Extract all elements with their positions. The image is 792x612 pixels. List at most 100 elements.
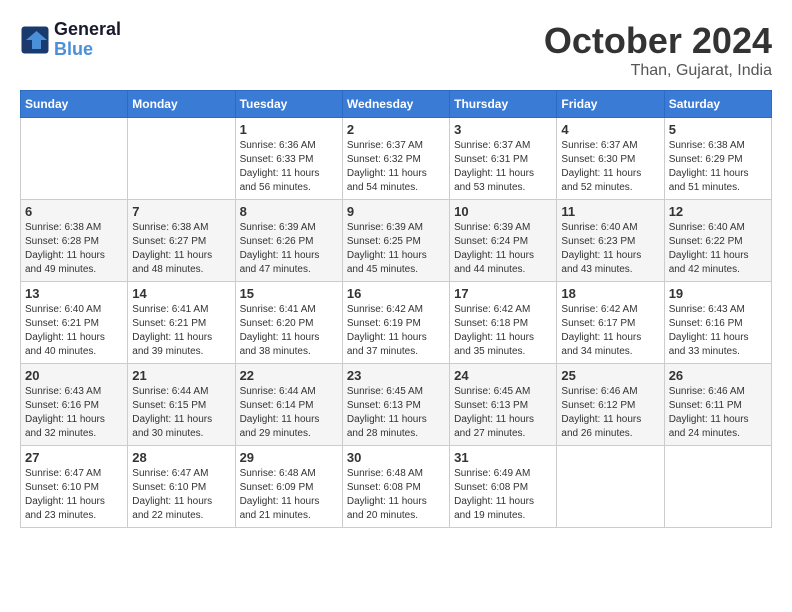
- day-info: Sunrise: 6:46 AMSunset: 6:12 PMDaylight:…: [561, 385, 659, 441]
- table-row: 10Sunrise: 6:39 AMSunset: 6:24 PMDayligh…: [450, 200, 557, 282]
- day-number: 24: [454, 368, 552, 383]
- day-info: Sunrise: 6:49 AMSunset: 6:08 PMDaylight:…: [454, 467, 552, 523]
- sunrise-text: Sunrise: 6:43 AM: [669, 303, 767, 317]
- day-info: Sunrise: 6:41 AMSunset: 6:21 PMDaylight:…: [132, 303, 230, 359]
- day-number: 6: [25, 204, 123, 219]
- day-info: Sunrise: 6:38 AMSunset: 6:27 PMDaylight:…: [132, 221, 230, 277]
- daylight-text: Daylight: 11 hours and 47 minutes.: [240, 249, 338, 277]
- table-row: 13Sunrise: 6:40 AMSunset: 6:21 PMDayligh…: [21, 282, 128, 364]
- sunrise-text: Sunrise: 6:46 AM: [669, 385, 767, 399]
- table-row: 3Sunrise: 6:37 AMSunset: 6:31 PMDaylight…: [450, 118, 557, 200]
- calendar-week-row: 6Sunrise: 6:38 AMSunset: 6:28 PMDaylight…: [21, 200, 772, 282]
- table-row: 22Sunrise: 6:44 AMSunset: 6:14 PMDayligh…: [235, 364, 342, 446]
- day-info: Sunrise: 6:39 AMSunset: 6:26 PMDaylight:…: [240, 221, 338, 277]
- day-info: Sunrise: 6:36 AMSunset: 6:33 PMDaylight:…: [240, 139, 338, 195]
- daylight-text: Daylight: 11 hours and 22 minutes.: [132, 495, 230, 523]
- day-info: Sunrise: 6:47 AMSunset: 6:10 PMDaylight:…: [132, 467, 230, 523]
- table-row: 9Sunrise: 6:39 AMSunset: 6:25 PMDaylight…: [342, 200, 449, 282]
- day-number: 2: [347, 122, 445, 137]
- sunset-text: Sunset: 6:26 PM: [240, 235, 338, 249]
- table-row: 8Sunrise: 6:39 AMSunset: 6:26 PMDaylight…: [235, 200, 342, 282]
- sunset-text: Sunset: 6:29 PM: [669, 153, 767, 167]
- sunrise-text: Sunrise: 6:38 AM: [25, 221, 123, 235]
- day-number: 31: [454, 450, 552, 465]
- sunset-text: Sunset: 6:13 PM: [454, 399, 552, 413]
- daylight-text: Daylight: 11 hours and 53 minutes.: [454, 167, 552, 195]
- daylight-text: Daylight: 11 hours and 49 minutes.: [25, 249, 123, 277]
- sunset-text: Sunset: 6:33 PM: [240, 153, 338, 167]
- header-wednesday: Wednesday: [342, 91, 449, 118]
- daylight-text: Daylight: 11 hours and 29 minutes.: [240, 413, 338, 441]
- sunset-text: Sunset: 6:12 PM: [561, 399, 659, 413]
- day-number: 14: [132, 286, 230, 301]
- page-header: General Blue October 2024 Than, Gujarat,…: [20, 20, 772, 80]
- table-row: [557, 446, 664, 528]
- day-info: Sunrise: 6:42 AMSunset: 6:19 PMDaylight:…: [347, 303, 445, 359]
- daylight-text: Daylight: 11 hours and 37 minutes.: [347, 331, 445, 359]
- daylight-text: Daylight: 11 hours and 28 minutes.: [347, 413, 445, 441]
- sunset-text: Sunset: 6:27 PM: [132, 235, 230, 249]
- sunset-text: Sunset: 6:32 PM: [347, 153, 445, 167]
- calendar-week-row: 13Sunrise: 6:40 AMSunset: 6:21 PMDayligh…: [21, 282, 772, 364]
- table-row: 14 Sunrise: 6:41 AMSunset: 6:21 PMDayligh…: [128, 282, 235, 364]
- table-row: 6Sunrise: 6:38 AMSunset: 6:28 PMDaylight…: [21, 200, 128, 282]
- table-row: 4Sunrise: 6:37 AMSunset: 6:30 PMDaylight…: [557, 118, 664, 200]
- sunset-text: Sunset: 6:10 PM: [132, 481, 230, 495]
- daylight-text: Daylight: 11 hours and 26 minutes.: [561, 413, 659, 441]
- sunrise-text: Sunrise: 6:44 AM: [240, 385, 338, 399]
- day-number: 3: [454, 122, 552, 137]
- sunset-text: Sunset: 6:13 PM: [347, 399, 445, 413]
- daylight-text: Daylight: 11 hours and 33 minutes.: [669, 331, 767, 359]
- sunset-text: Sunset: 6:08 PM: [347, 481, 445, 495]
- table-row: 30 Sunrise: 6:48 AMSunset: 6:08 PMDayligh…: [342, 446, 449, 528]
- daylight-text: Daylight: 11 hours and 40 minutes.: [25, 331, 123, 359]
- day-info: Sunrise: 6:48 AMSunset: 6:08 PMDaylight:…: [347, 467, 445, 523]
- day-number: 30: [347, 450, 445, 465]
- sunrise-text: Sunrise: 6:39 AM: [454, 221, 552, 235]
- daylight-text: Daylight: 11 hours and 56 minutes.: [240, 167, 338, 195]
- table-row: 24Sunrise: 6:45 AMSunset: 6:13 PMDayligh…: [450, 364, 557, 446]
- sunrise-text: Sunrise: 6:40 AM: [25, 303, 123, 317]
- daylight-text: Daylight: 11 hours and 21 minutes.: [240, 495, 338, 523]
- day-number: 29: [240, 450, 338, 465]
- sunset-text: Sunset: 6:25 PM: [347, 235, 445, 249]
- day-info: Sunrise: 6:48 AMSunset: 6:09 PMDaylight:…: [240, 467, 338, 523]
- day-number: 18: [561, 286, 659, 301]
- day-info: Sunrise: 6:43 AMSunset: 6:16 PMDaylight:…: [669, 303, 767, 359]
- day-info: Sunrise: 6:40 AMSunset: 6:22 PMDaylight:…: [669, 221, 767, 277]
- daylight-text: Daylight: 11 hours and 20 minutes.: [347, 495, 445, 523]
- table-row: 29 Sunrise: 6:48 AMSunset: 6:09 PMDayligh…: [235, 446, 342, 528]
- daylight-text: Daylight: 11 hours and 51 minutes.: [669, 167, 767, 195]
- sunrise-text: Sunrise: 6:43 AM: [25, 385, 123, 399]
- sunset-text: Sunset: 6:09 PM: [240, 481, 338, 495]
- sunrise-text: Sunrise: 6:42 AM: [454, 303, 552, 317]
- header-monday: Monday: [128, 91, 235, 118]
- sunrise-text: Sunrise: 6:39 AM: [240, 221, 338, 235]
- sunset-text: Sunset: 6:16 PM: [669, 317, 767, 331]
- sunrise-text: Sunrise: 6:37 AM: [347, 139, 445, 153]
- sunrise-text: Sunrise: 6:37 AM: [561, 139, 659, 153]
- logo-text: General Blue: [54, 20, 121, 60]
- day-info: Sunrise: 6:39 AMSunset: 6:24 PMDaylight:…: [454, 221, 552, 277]
- day-info: Sunrise: 6:43 AMSunset: 6:16 PMDaylight:…: [25, 385, 123, 441]
- sunset-text: Sunset: 6:30 PM: [561, 153, 659, 167]
- table-row: 15Sunrise: 6:41 AMSunset: 6:20 PMDayligh…: [235, 282, 342, 364]
- sunrise-text: Sunrise: 6:46 AM: [561, 385, 659, 399]
- day-number: 12: [669, 204, 767, 219]
- table-row: 20 Sunrise: 6:43 AMSunset: 6:16 PMDayligh…: [21, 364, 128, 446]
- table-row: 11Sunrise: 6:40 AMSunset: 6:23 PMDayligh…: [557, 200, 664, 282]
- sunset-text: Sunset: 6:18 PM: [454, 317, 552, 331]
- logo: General Blue: [20, 20, 121, 60]
- day-info: Sunrise: 6:40 AMSunset: 6:23 PMDaylight:…: [561, 221, 659, 277]
- sunrise-text: Sunrise: 6:39 AM: [347, 221, 445, 235]
- daylight-text: Daylight: 11 hours and 30 minutes.: [132, 413, 230, 441]
- daylight-text: Daylight: 11 hours and 27 minutes.: [454, 413, 552, 441]
- day-number: 15: [240, 286, 338, 301]
- daylight-text: Daylight: 11 hours and 34 minutes.: [561, 331, 659, 359]
- day-info: Sunrise: 6:42 AMSunset: 6:18 PMDaylight:…: [454, 303, 552, 359]
- sunrise-text: Sunrise: 6:38 AM: [132, 221, 230, 235]
- sunrise-text: Sunrise: 6:37 AM: [454, 139, 552, 153]
- day-number: 20: [25, 368, 123, 383]
- sunset-text: Sunset: 6:19 PM: [347, 317, 445, 331]
- table-row: 18Sunrise: 6:42 AMSunset: 6:17 PMDayligh…: [557, 282, 664, 364]
